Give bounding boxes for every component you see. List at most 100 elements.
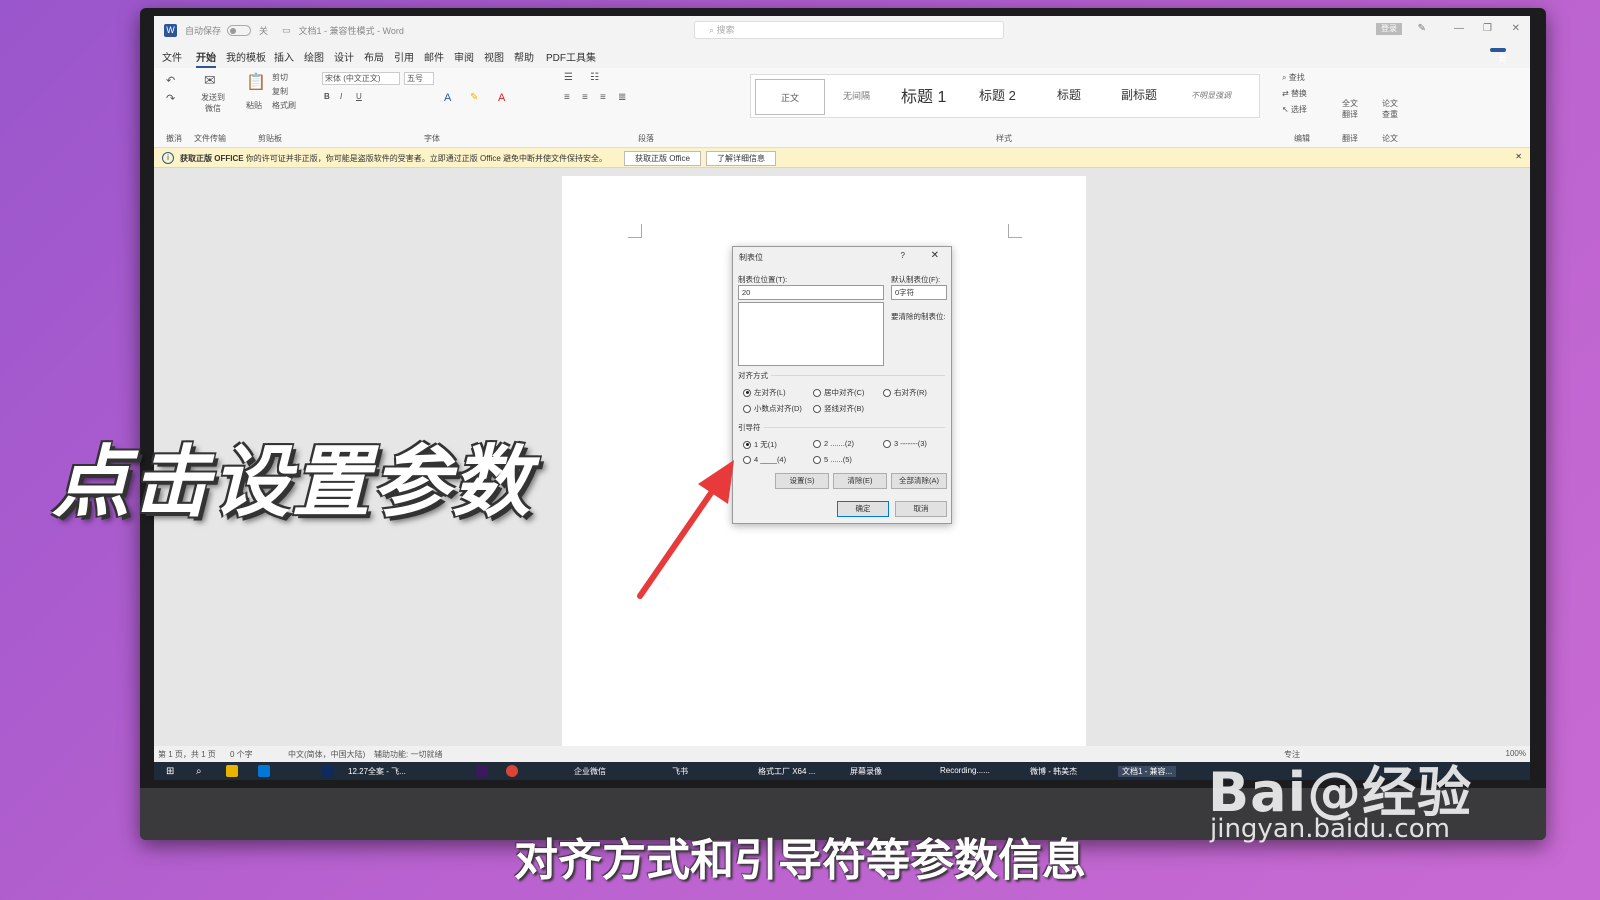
taskbar-item-1[interactable]: 12.27全案 - 飞...: [348, 766, 406, 777]
format-painter-button[interactable]: 格式刷: [272, 100, 296, 111]
start-icon[interactable]: ⊞: [166, 766, 174, 777]
align-left-icon[interactable]: ≡: [564, 92, 570, 103]
taskbar-item-3[interactable]: 飞书: [672, 766, 688, 777]
paste-button[interactable]: 粘贴: [246, 100, 262, 111]
send-wechat-button[interactable]: 发送到微信: [200, 92, 226, 114]
pen-icon[interactable]: ✎: [1418, 23, 1426, 34]
align-bar-radio[interactable]: 竖线对齐(B): [813, 403, 864, 414]
save-icon[interactable]: ▭: [282, 25, 291, 36]
align-right-icon[interactable]: ≡: [600, 92, 606, 103]
premiere-icon[interactable]: [476, 765, 488, 777]
search-input[interactable]: ⌕ 搜索: [694, 21, 1004, 39]
align-left-radio[interactable]: 左对齐(L): [743, 387, 786, 398]
align-right-radio[interactable]: 右对齐(R): [883, 387, 927, 398]
redo-icon[interactable]: ↷: [166, 92, 175, 105]
leader-2-radio[interactable]: 2 .......(2): [813, 439, 854, 448]
leader-2-label: 2 .......(2): [824, 439, 855, 448]
tab-home[interactable]: 开始: [196, 49, 216, 68]
autosave-toggle[interactable]: [227, 24, 252, 36]
style-no-spacing[interactable]: 无间隔: [843, 89, 870, 102]
taskbar-item-7[interactable]: 微博 - 韩美杰: [1030, 766, 1077, 777]
photoshop-icon[interactable]: [322, 765, 334, 777]
tab-layout[interactable]: 布局: [364, 49, 384, 64]
bold-icon[interactable]: B: [324, 92, 330, 101]
wechat-icon[interactable]: ✉: [204, 72, 216, 89]
paste-icon[interactable]: 📋: [246, 72, 266, 92]
replace-button[interactable]: ⇄ 替换: [1282, 88, 1307, 99]
numbering-icon[interactable]: ☷: [590, 72, 599, 83]
tab-review[interactable]: 审阅: [454, 49, 474, 64]
cut-button[interactable]: 剪切: [272, 72, 288, 83]
select-button[interactable]: ↖ 选择: [1282, 104, 1307, 115]
copy-button[interactable]: 复制: [272, 86, 288, 97]
style-title[interactable]: 标题: [1057, 86, 1081, 103]
taskbar-item-4[interactable]: 格式工厂 X64 ...: [758, 766, 815, 777]
style-normal[interactable]: 正文: [755, 79, 825, 115]
bullets-icon[interactable]: ☰: [564, 72, 573, 83]
style-subtle-emphasis[interactable]: 不明显强调: [1191, 90, 1231, 101]
clear-button[interactable]: 清除(E): [833, 473, 887, 489]
highlight-icon[interactable]: ✎: [470, 92, 478, 103]
leader-1-radio[interactable]: 1 无(1): [743, 439, 777, 450]
tab-draw[interactable]: 绘图: [304, 49, 324, 64]
infobar-bold: 获取正版 OFFICE: [180, 154, 244, 163]
align-center-icon[interactable]: ≡: [582, 92, 588, 103]
translate-button[interactable]: 全文翻译: [1340, 98, 1360, 120]
chrome-icon[interactable]: [506, 765, 518, 777]
ok-button[interactable]: 确定: [837, 501, 889, 517]
set-button[interactable]: 设置(S): [775, 473, 829, 489]
cancel-button[interactable]: 取消: [895, 501, 947, 517]
file-explorer-icon[interactable]: [226, 765, 238, 777]
font-size-select[interactable]: 五号: [404, 72, 434, 85]
italic-icon[interactable]: I: [340, 92, 342, 101]
tab-file[interactable]: 文件: [162, 49, 182, 64]
style-heading-2[interactable]: 标题 2: [979, 85, 1016, 104]
close-dialog-icon[interactable]: ✕: [931, 250, 939, 261]
tab-position-input[interactable]: 20: [738, 285, 884, 300]
tab-stop-list[interactable]: [738, 302, 884, 366]
language[interactable]: 中文(简体，中国大陆): [288, 749, 365, 760]
minimize-icon[interactable]: —: [1454, 23, 1464, 34]
close-window-icon[interactable]: ✕: [1512, 23, 1520, 34]
taskbar-item-2[interactable]: 企业微信: [574, 766, 606, 777]
leader-3-radio[interactable]: 3 -------(3): [883, 439, 927, 448]
taskbar-item-8[interactable]: 文档1 - 兼容...: [1118, 766, 1177, 777]
help-icon[interactable]: ?: [901, 251, 905, 260]
align-decimal-radio[interactable]: 小数点对齐(D): [743, 403, 802, 414]
watermark-url: jingyan.baidu.com: [1210, 814, 1450, 844]
zoom-level[interactable]: 100%: [1506, 749, 1526, 758]
taskbar-item-6[interactable]: Recording......: [940, 766, 990, 775]
style-subtitle[interactable]: 副标题: [1121, 86, 1157, 103]
clear-all-button[interactable]: 全部清除(A): [891, 473, 947, 489]
paper-check-button[interactable]: 论文查重: [1380, 98, 1400, 120]
tab-help[interactable]: 帮助: [514, 49, 534, 64]
tab-pdf-tools[interactable]: PDF工具集: [546, 49, 596, 64]
learn-more-button[interactable]: 了解详细信息: [706, 151, 776, 166]
text-effect-icon[interactable]: A: [444, 92, 451, 104]
tab-my-templates[interactable]: 我的模板: [226, 49, 266, 64]
mail-icon[interactable]: [258, 765, 270, 777]
share-button[interactable]: ⇪ 共享: [1490, 48, 1507, 78]
tab-view[interactable]: 视图: [484, 49, 504, 64]
maximize-icon[interactable]: ❐: [1483, 23, 1492, 34]
get-office-button[interactable]: 获取正版 Office: [624, 151, 701, 166]
tab-mailings[interactable]: 邮件: [424, 49, 444, 64]
find-button[interactable]: ⌕ 查找: [1282, 72, 1305, 83]
tab-insert[interactable]: 插入: [274, 49, 294, 64]
align-center-radio[interactable]: 居中对齐(C): [813, 387, 864, 398]
tab-design[interactable]: 设计: [334, 49, 354, 64]
style-heading-1[interactable]: 标题 1: [901, 83, 946, 107]
leader-5-radio[interactable]: 5 ......(5): [813, 455, 852, 464]
tab-references[interactable]: 引用: [394, 49, 414, 64]
default-tab-stepper[interactable]: 0字符: [891, 285, 947, 300]
accessibility-status[interactable]: 辅助功能: 一切就绪: [374, 749, 442, 760]
login-button[interactable]: 登录: [1376, 23, 1402, 35]
underline-icon[interactable]: U: [356, 92, 362, 101]
close-infobar-icon[interactable]: ✕: [1515, 152, 1522, 161]
justify-icon[interactable]: ≣: [618, 92, 626, 103]
taskbar-search-icon[interactable]: ⌕: [196, 766, 202, 777]
taskbar-item-5[interactable]: 屏幕录像: [850, 766, 882, 777]
font-color-icon[interactable]: A: [498, 92, 505, 104]
font-name-select[interactable]: 宋体 (中文正文): [322, 72, 400, 85]
undo-icon[interactable]: ↶: [166, 74, 175, 87]
